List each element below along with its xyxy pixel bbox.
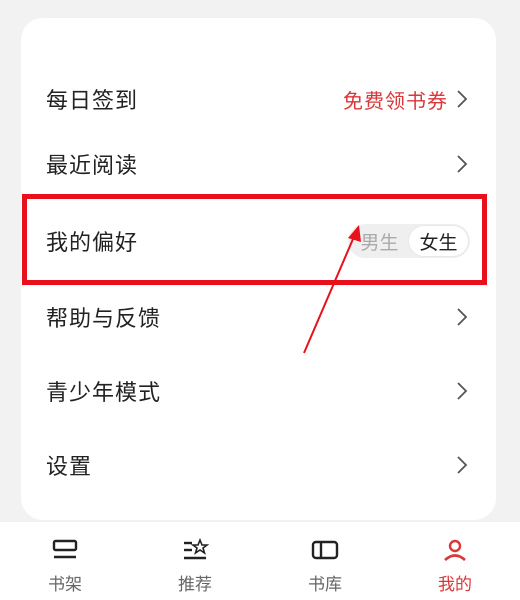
menu-item-label: 帮助与反馈	[46, 307, 162, 332]
menu-item-right: 免费领书券	[343, 85, 470, 114]
menu-item-settings[interactable]: 设置	[21, 428, 496, 502]
chevron-right-icon	[457, 155, 468, 173]
chevron-right-icon	[457, 456, 468, 474]
recommend-icon	[184, 538, 209, 560]
chevron-right-icon	[457, 382, 468, 400]
annotation-arrow-icon	[303, 225, 361, 354]
menu-item-label: 青少年模式	[46, 381, 162, 406]
chevron-right-icon	[457, 90, 468, 108]
chevron-right-icon	[457, 308, 468, 326]
profile-icon	[444, 539, 466, 562]
checkin-promo-text: 免费领书券	[343, 88, 448, 113]
menu-item-feedback[interactable]: 帮助与反馈	[21, 280, 496, 354]
bottom-tab-bar: 书架 推荐 书库 我的	[0, 522, 520, 600]
menu-item-teen-mode[interactable]: 青少年模式	[21, 354, 496, 428]
menu-item-checkin[interactable]: 每日签到 免费领书券	[21, 62, 496, 136]
menu-item-label: 设置	[46, 455, 93, 480]
tab-label: 推荐	[178, 575, 212, 595]
menu-item-recent[interactable]: 最近阅读	[21, 127, 496, 201]
tab-recommend[interactable]: 推荐	[130, 522, 260, 600]
tab-label: 书库	[308, 575, 342, 595]
tab-bookshelf[interactable]: 书架	[0, 522, 130, 600]
library-icon	[311, 540, 339, 560]
highlight-box	[22, 194, 487, 285]
menu-item-label: 最近阅读	[46, 154, 139, 179]
tab-library[interactable]: 书库	[260, 522, 390, 600]
tab-label: 我的	[438, 575, 472, 595]
screen: 每日签到 免费领书券 最近阅读 我的偏好 男生 女生 帮助与反馈 青少年模式 设…	[0, 0, 520, 600]
tab-profile[interactable]: 我的	[390, 522, 520, 600]
bookshelf-icon	[52, 539, 78, 559]
tab-label: 书架	[48, 575, 82, 595]
menu-item-label: 每日签到	[46, 89, 139, 114]
